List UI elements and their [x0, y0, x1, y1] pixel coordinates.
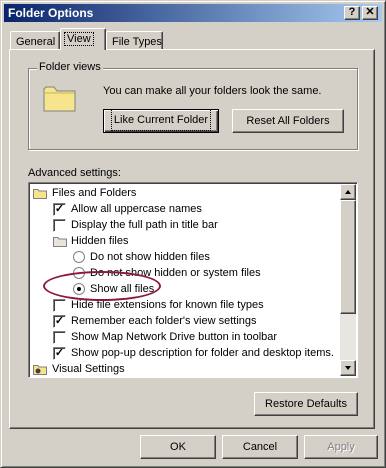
checkbox-unchecked-icon[interactable] [53, 331, 66, 344]
item-label: Do not show hidden files [90, 251, 210, 263]
item-label: Hidden files [71, 235, 129, 247]
restore-defaults-label: Restore Defaults [265, 398, 347, 410]
close-button[interactable]: ✕ [362, 6, 378, 20]
scroll-up-button[interactable] [340, 184, 356, 200]
cancel-button[interactable]: Cancel [222, 435, 298, 459]
settings-folder-icon [33, 365, 47, 375]
list-scrollbar[interactable] [340, 184, 356, 376]
ok-button[interactable]: OK [140, 435, 216, 459]
radio-unselected-icon[interactable] [73, 251, 85, 263]
item-label: Hide file extensions for known file type… [71, 299, 264, 311]
folder-options-window: Folder Options ? ✕ General View File Typ… [0, 0, 386, 468]
folder-icon [43, 86, 76, 112]
arrow-down-icon [345, 366, 351, 370]
tab-view[interactable]: View [60, 28, 106, 50]
advanced-settings-list[interactable]: Files and Folders ✓ Allow all uppercase … [28, 182, 358, 378]
restore-defaults-button[interactable]: Restore Defaults [254, 392, 358, 416]
radio-unselected-icon[interactable] [73, 267, 85, 279]
item-label: Show pop-up description for folder and d… [71, 347, 334, 359]
cancel-label: Cancel [242, 441, 278, 453]
ok-label: OK [170, 441, 186, 453]
title-bar[interactable]: Folder Options ? ✕ [4, 4, 382, 22]
folder-views-label: Folder views [37, 61, 103, 73]
item-label: Show all files [90, 283, 155, 295]
checkbox-unchecked-icon[interactable] [53, 219, 66, 232]
reset-all-folders-label: Reset All Folders [246, 115, 330, 127]
like-current-folder-button[interactable]: Like Current Folder [103, 109, 219, 133]
arrow-up-icon [345, 190, 351, 194]
scroll-down-button[interactable] [340, 360, 356, 376]
folder-icon [33, 189, 47, 199]
item-label: Allow all uppercase names [71, 203, 202, 215]
radio-selected-icon[interactable] [73, 283, 85, 295]
item-label: Show Map Network Drive button in toolbar [71, 331, 278, 343]
apply-label: Apply [327, 441, 355, 453]
checkbox-checked-icon[interactable]: ✓ [53, 315, 66, 328]
checkbox-checked-icon[interactable]: ✓ [53, 347, 66, 360]
advanced-settings-label: Advanced settings: [28, 167, 121, 179]
item-label: Remember each folder's view settings [71, 315, 257, 327]
tab-file-types[interactable]: File Types [106, 31, 163, 49]
item-label: Visual Settings [52, 363, 125, 375]
like-current-folder-label: Like Current Folder [110, 109, 212, 131]
item-label: Do not show hidden or system files [90, 267, 261, 279]
tab-file-types-label: File Types [112, 36, 162, 48]
tab-general-label: General [16, 36, 56, 48]
checkbox-unchecked-icon[interactable] [53, 299, 66, 312]
tab-general[interactable]: General [10, 31, 60, 49]
window-title: Folder Options [8, 6, 94, 20]
item-label: Files and Folders [52, 187, 137, 199]
item-label: Display the full path in title bar [71, 219, 218, 231]
folder-icon [53, 237, 67, 247]
scroll-thumb[interactable] [340, 200, 356, 314]
reset-all-folders-button[interactable]: Reset All Folders [232, 109, 344, 133]
tab-view-label: View [64, 32, 94, 46]
help-icon: ? [348, 6, 356, 18]
help-button[interactable]: ? [344, 6, 360, 20]
folder-views-description: You can make all your folders look the s… [103, 85, 322, 97]
apply-button[interactable]: Apply [304, 435, 378, 459]
close-icon: ✕ [365, 6, 375, 18]
checkbox-checked-icon[interactable]: ✓ [53, 203, 66, 216]
